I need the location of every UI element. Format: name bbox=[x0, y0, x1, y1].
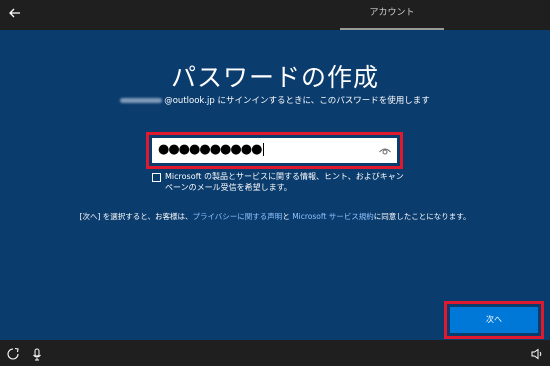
blurred-email-address bbox=[120, 98, 163, 103]
password-masked-value: ●●●●●●●●●● bbox=[158, 141, 265, 159]
legal-prefix: [次へ] を選択すると、お客様は、 bbox=[79, 212, 193, 221]
setup-screen: アカウント パスワードの作成 @outlook.jp にサインインするときに、こ… bbox=[0, 0, 550, 366]
subtitle-text: @outlook.jp にサインインするときに、このパスワードを使用します bbox=[164, 96, 430, 106]
speaker-icon[interactable] bbox=[530, 346, 544, 360]
terms-of-service-link[interactable]: Microsoft サービス規約 bbox=[292, 212, 374, 221]
microphone-icon[interactable] bbox=[30, 346, 44, 361]
eye-svg bbox=[379, 148, 391, 155]
speaker-svg bbox=[531, 348, 542, 360]
text-caret bbox=[263, 143, 265, 156]
ease-of-access-svg bbox=[7, 347, 19, 360]
ease-of-access-icon[interactable] bbox=[6, 346, 20, 360]
back-arrow-icon[interactable] bbox=[6, 6, 24, 24]
eye-icon[interactable] bbox=[378, 143, 392, 157]
page-title: パスワードの作成 bbox=[170, 63, 379, 92]
back-arrow-svg bbox=[9, 8, 20, 18]
microphone-svg bbox=[33, 348, 41, 361]
legal-middle: と bbox=[282, 212, 290, 221]
top-bar: アカウント bbox=[0, 0, 550, 30]
bottom-bar bbox=[0, 340, 550, 366]
privacy-statement-link[interactable]: プライバシーに関する声明 bbox=[192, 212, 282, 221]
next-button[interactable]: 次へ bbox=[450, 307, 538, 333]
subtitle: @outlook.jp にサインインするときに、このパスワードを使用します bbox=[0, 94, 550, 106]
legal-notice: [次へ] を選択すると、お客様は、プライバシーに関する声明と Microsoft… bbox=[0, 211, 550, 222]
tab-account: アカウント bbox=[340, 0, 444, 30]
opt-in-checkbox[interactable] bbox=[152, 173, 161, 182]
opt-in-label: Microsoft の製品とサービスに関する情報、ヒント、およびキャンペーンのメ… bbox=[165, 172, 404, 192]
password-input[interactable]: ●●●●●●●●●● bbox=[152, 138, 397, 163]
legal-suffix: に同意したことになります。 bbox=[373, 212, 471, 221]
